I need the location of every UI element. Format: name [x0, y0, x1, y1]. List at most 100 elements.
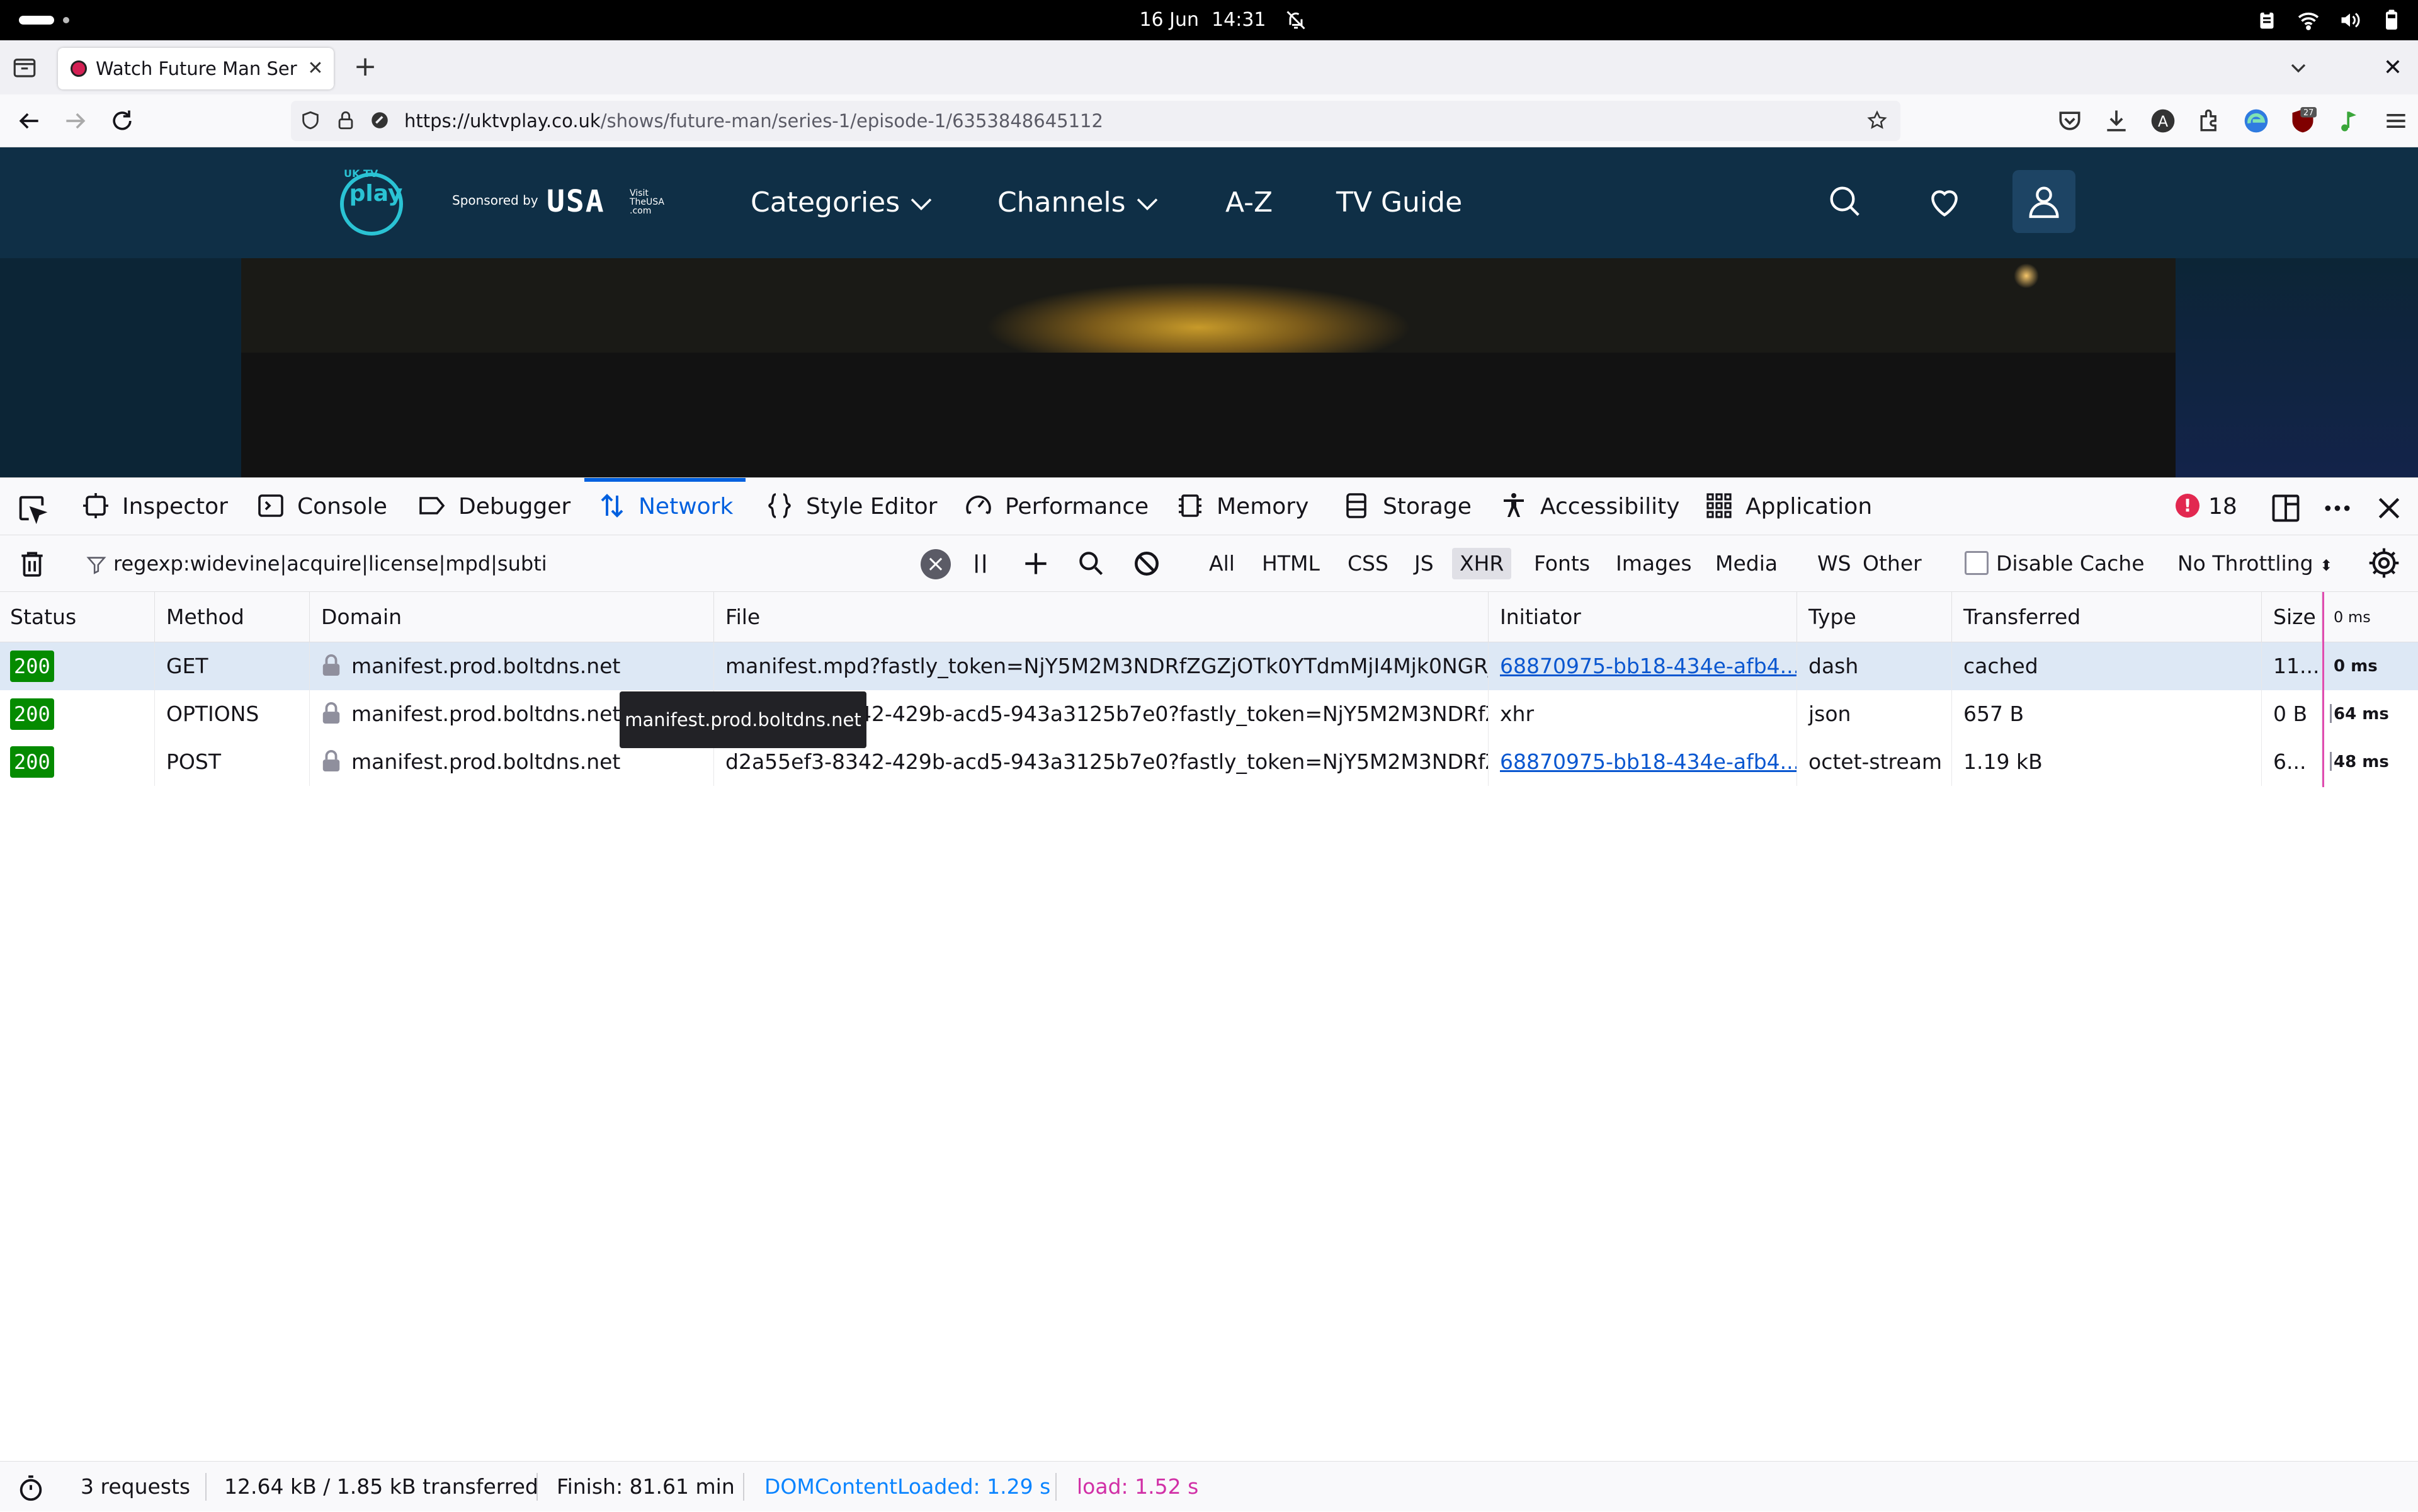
type-filter-xhr[interactable]: XHR — [1452, 548, 1512, 579]
nav-categories[interactable]: Categories — [751, 183, 933, 223]
tab-style-editor[interactable]: Style Editor — [764, 478, 937, 536]
music-note-icon[interactable] — [2336, 107, 2363, 135]
url-text[interactable]: https://uktvplay.co.uk/shows/future-man/… — [404, 101, 1103, 141]
column-status[interactable]: Status — [0, 592, 155, 642]
initiator-link[interactable]: 68870975-bb18-434e-afb4... — [1500, 654, 1796, 678]
type-filter-fonts[interactable]: Fonts — [1526, 548, 1598, 579]
filter-funnel-icon — [86, 557, 106, 574]
type-filter-media[interactable]: Media — [1708, 548, 1785, 579]
nav-channels[interactable]: Channels — [997, 183, 1159, 223]
block-requests-icon[interactable] — [1131, 548, 1162, 579]
element-picker-icon[interactable] — [15, 492, 48, 525]
tab-inspector[interactable]: Inspector — [81, 478, 228, 536]
disable-cache-checkbox[interactable] — [1965, 550, 1989, 575]
type-filter-ws[interactable]: WS — [1810, 548, 1859, 579]
row-domain-text: manifest.prod.boltdns.net — [351, 654, 621, 678]
edge-extension-icon[interactable] — [2242, 107, 2270, 135]
clear-filter-icon[interactable]: × — [921, 549, 951, 579]
search-icon[interactable] — [1825, 181, 1865, 222]
lock-icon — [322, 702, 340, 724]
close-devtools-icon[interactable] — [2375, 494, 2403, 522]
type-filter-css[interactable]: CSS — [1340, 548, 1396, 579]
tracking-protection-shield-icon[interactable] — [300, 110, 321, 131]
system-clock[interactable]: 16 Jun 14:31 — [0, 0, 2418, 40]
account-button[interactable] — [2012, 170, 2075, 233]
visit-usa-logo[interactable]: USA — [547, 184, 605, 219]
type-filter-images[interactable]: Images — [1608, 548, 1700, 579]
system-tray[interactable] — [2256, 8, 2403, 33]
column-size[interactable]: Size — [2263, 592, 2322, 642]
disable-cache-toggle[interactable]: Disable Cache — [1965, 548, 2145, 579]
throttling-select[interactable]: No Throttling ⬍ — [2177, 548, 2332, 579]
video-player[interactable] — [241, 258, 2176, 477]
permissions-icon[interactable] — [369, 110, 390, 131]
column-transferred[interactable]: Transferred — [1953, 592, 2262, 642]
battery-icon — [2386, 9, 2397, 30]
column-type[interactable]: Type — [1798, 592, 1952, 642]
tab-application[interactable]: Application — [1704, 478, 1872, 536]
firefox-view-icon[interactable] — [11, 54, 38, 81]
error-count-badge[interactable]: ! 18 — [2176, 478, 2237, 536]
table-row[interactable]: 200 POST manifest.prod.boltdns.net d2a55… — [0, 738, 2418, 786]
tab-memory[interactable]: Memory — [1175, 478, 1308, 536]
tab-performance[interactable]: Performance — [963, 478, 1149, 536]
tab-console[interactable]: Console — [256, 478, 387, 536]
column-waterfall[interactable]: 0 ms — [2324, 592, 2418, 642]
reload-icon[interactable] — [108, 107, 136, 135]
tab-close-icon[interactable]: ✕ — [306, 59, 325, 78]
filter-urls-input[interactable]: regexp:widevine|acquire|license|mpd|subt… — [82, 545, 951, 582]
column-method[interactable]: Method — [156, 592, 310, 642]
favourites-heart-icon[interactable] — [1924, 181, 1965, 222]
row-timing: 64 ms — [2334, 705, 2389, 724]
type-filter-all[interactable]: All — [1201, 548, 1242, 579]
memory-chip-icon — [1179, 494, 1201, 517]
dock-side-icon[interactable] — [2269, 492, 2302, 525]
column-domain[interactable]: Domain — [311, 592, 714, 642]
column-initiator[interactable]: Initiator — [1490, 592, 1797, 642]
type-filter-js[interactable]: JS — [1407, 548, 1441, 579]
type-filter-other[interactable]: Other — [1855, 548, 1929, 579]
downloads-icon[interactable] — [2103, 107, 2130, 135]
visit-usa-subtext: Visit TheUSA .com — [630, 189, 664, 215]
url-bar[interactable]: https://uktvplay.co.uk/shows/future-man/… — [291, 101, 1900, 141]
row-file: manifest.mpd?fastly_token=NjY5M2M3NDRfZG… — [715, 642, 1489, 690]
footer-divider — [1055, 1473, 1057, 1501]
error-count: 18 — [2208, 494, 2237, 520]
new-tab-button[interactable]: + — [353, 53, 378, 81]
network-settings-gear-icon[interactable] — [2366, 545, 2402, 581]
more-options-icon[interactable] — [2321, 492, 2354, 525]
forward-arrow-icon[interactable] — [62, 107, 89, 135]
tab-storage[interactable]: Storage — [1341, 478, 1472, 536]
footer-divider — [205, 1473, 207, 1501]
list-all-tabs-chevron-icon[interactable] — [2286, 55, 2311, 81]
bookmark-star-icon[interactable] — [1866, 110, 1888, 131]
column-file[interactable]: File — [715, 592, 1489, 642]
footer-load: load: 1.52 s — [1077, 1474, 1199, 1499]
footer-transferred: 12.64 kB / 1.85 kB transferred — [224, 1474, 538, 1499]
table-row[interactable]: 200 GET manifest.prod.boltdns.net manife… — [0, 642, 2418, 690]
waterfall-timing-bar — [2330, 704, 2332, 723]
ublock-origin-icon[interactable]: 27 — [2289, 107, 2317, 135]
table-row[interactable]: 200 OPTIONS manifest.prod.boltdns.net d2… — [0, 690, 2418, 738]
pause-recording-icon[interactable] — [965, 548, 996, 579]
nav-a-z[interactable]: A-Z — [1225, 183, 1273, 223]
browser-tab-active[interactable]: Watch Future Man Series ✕ — [58, 48, 334, 89]
row-size: 0 B — [2263, 690, 2322, 738]
search-icon[interactable] — [1076, 548, 1107, 579]
hamburger-menu-icon[interactable] — [2382, 107, 2410, 135]
tab-debugger[interactable]: Debugger — [417, 478, 570, 536]
type-filter-html[interactable]: HTML — [1254, 548, 1327, 579]
pocket-icon[interactable] — [2056, 107, 2084, 135]
window-close-icon[interactable]: ✕ — [2380, 55, 2405, 81]
lock-icon[interactable] — [335, 110, 356, 131]
initiator-link[interactable]: 68870975-bb18-434e-afb4... — [1500, 749, 1796, 774]
add-request-blocking-icon[interactable] — [1020, 548, 1052, 579]
nav-tv-guide[interactable]: TV Guide — [1336, 183, 1462, 223]
extensions-puzzle-icon[interactable] — [2196, 107, 2223, 135]
clear-requests-trash-icon[interactable] — [16, 548, 48, 579]
tab-accessibility[interactable]: Accessibility — [1499, 478, 1680, 536]
back-arrow-icon[interactable] — [15, 107, 43, 135]
account-avatar-icon[interactable]: A — [2149, 107, 2177, 135]
tab-network[interactable]: Network — [584, 478, 746, 536]
stopwatch-icon[interactable] — [16, 1474, 45, 1503]
